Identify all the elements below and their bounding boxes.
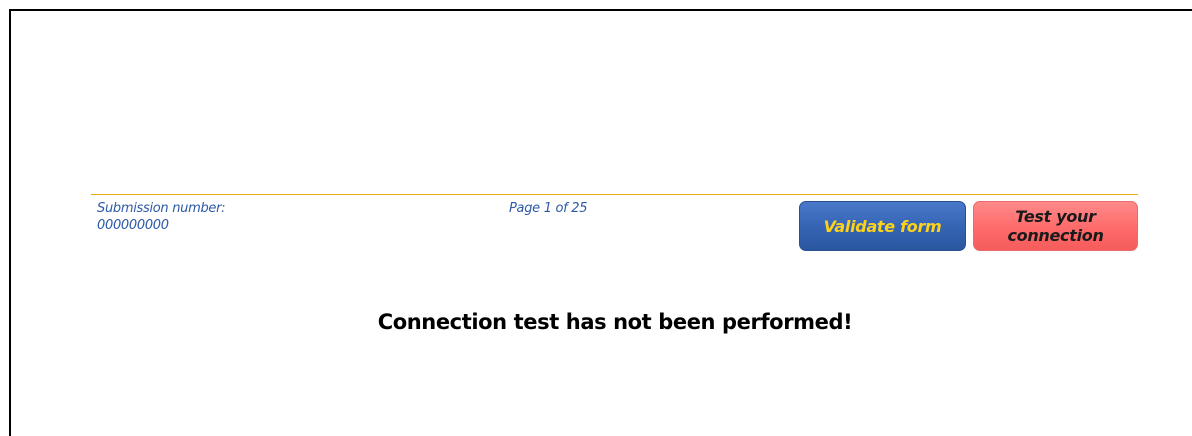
validate-form-button[interactable]: Validate form <box>799 201 966 251</box>
test-connection-button[interactable]: Test your connection <box>973 201 1138 251</box>
submission-value: 000000000 <box>97 218 169 233</box>
submission-label: Submission number: <box>97 201 226 216</box>
page-indicator: Page 1 of 25 <box>509 201 588 216</box>
footer-divider <box>91 194 1138 195</box>
submission-number: Submission number: 000000000 <box>97 200 226 234</box>
connection-status-message: Connection test has not been performed! <box>377 310 853 334</box>
